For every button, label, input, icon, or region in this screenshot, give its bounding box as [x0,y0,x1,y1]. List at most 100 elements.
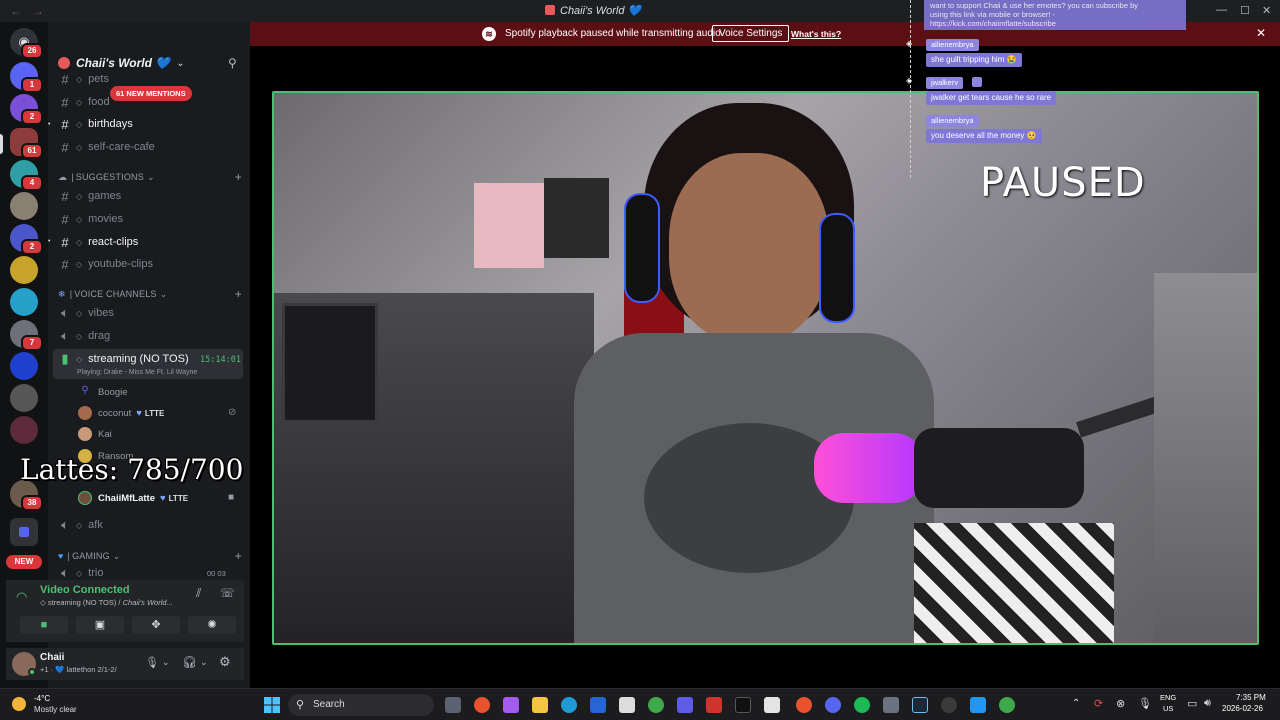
tray-monitor-icon[interactable]: ▭ [1187,697,1197,710]
notepad-icon[interactable] [970,697,986,713]
copilot-icon[interactable] [503,697,519,713]
chrome-icon[interactable] [648,697,664,713]
tray-network-off-icon[interactable]: ⊗ [1116,697,1125,710]
voice-subtitle: ◇ streaming (NO TOS) / Chaii's World... [40,598,173,607]
azure-icon[interactable] [590,697,606,713]
obs-icon[interactable] [941,697,957,713]
server-icon-5[interactable]: 2 [10,224,43,255]
discord-taskbar-icon[interactable] [825,697,841,713]
voice-user-kai[interactable]: Kai [78,425,112,443]
server-icon-6[interactable] [10,256,38,284]
close-window-icon[interactable]: ✕ [1262,4,1271,17]
discord-home-icon[interactable]: ◉ 26 [10,28,43,59]
server-icon-7[interactable] [10,288,38,316]
forward-arrow-icon[interactable]: → [32,4,44,18]
calendar-icon[interactable] [619,697,635,713]
channel-games[interactable]: # ◇ games [58,186,244,206]
invite-user-icon[interactable]: ⚲ [228,56,237,70]
disconnect-icon[interactable]: ☏ [220,586,235,600]
server-icon-3[interactable]: 4 [10,160,43,191]
edge-icon[interactable] [561,697,577,713]
channel-label: afk [88,519,103,531]
voice-channel-vibes[interactable]: 🔈︎ ◇ vibes [58,303,244,323]
chrome-icon-2[interactable] [999,697,1015,713]
channel-self-care-cafe[interactable]: # ◇ self-care-cafe [58,137,244,157]
close-notice-icon[interactable]: ✕ [1256,26,1266,40]
server-badge: 61 [21,143,43,159]
category-voice-channels[interactable]: ❄ | VOICE CHANNELS ⌄ + [58,286,244,302]
task-view-icon[interactable] [445,697,461,713]
back-arrow-icon[interactable]: ← [10,4,22,18]
server-icon-4[interactable] [10,192,38,220]
voice-channel-afk[interactable]: 🔈︎ ◇ afk [58,515,244,535]
channel-movies[interactable]: # ◇ movies [58,209,244,229]
whats-this-link[interactable]: What's this? [791,29,841,39]
channel-youtube-clips[interactable]: # ◇ youtube-clips [58,254,244,274]
new-badge[interactable]: NEW [6,555,42,569]
add-channel-icon[interactable]: + [235,287,242,301]
lang-region[interactable]: US [1163,704,1173,713]
category-gaming[interactable]: ♥ | GAMING ⌄ + [58,548,244,564]
microphone-icon[interactable]: 🎙︎ [145,656,159,669]
tray-chevron-icon[interactable]: ⌃ [1072,698,1080,709]
signal-icon[interactable]: ◠ [16,589,27,605]
server-icon-chaii[interactable]: 61 [10,128,43,159]
chevron-down-icon[interactable]: ⌄ [200,657,208,668]
weather-icon[interactable] [12,697,26,711]
home-badge: 26 [21,43,43,59]
noise-suppression-icon[interactable]: ⫽ [196,586,201,601]
brave-icon-2[interactable] [796,697,812,713]
channel-react-clips[interactable]: # ◇ react-clips [58,232,244,252]
server-icon-10[interactable] [10,384,38,412]
clock-date[interactable]: 2026-02-26 [1222,704,1263,713]
voice-user-chaiimflatte[interactable]: ChaiiMfLatte ♥ LTTE [78,489,188,507]
channel-birthdays[interactable]: # ◇ birthdays [58,114,244,134]
add-channel-icon[interactable]: + [235,170,242,184]
channel-pets[interactable]: # ◇ pets [58,72,244,86]
wall-right [1154,273,1257,643]
file-explorer-icon[interactable] [532,697,548,713]
add-channel-icon[interactable]: + [235,549,242,563]
subscribe-link[interactable]: https://kick.com/chaiimflatte/subscribe [930,19,1180,28]
voice-settings-button[interactable]: Voice Settings [712,25,790,42]
diamond-icon: ◇ [76,214,83,224]
voice-user-boogie[interactable]: ⚲ Boogie [78,383,127,401]
screen-share-button[interactable]: ▣ [76,616,124,634]
server-icon-2[interactable]: 2 [10,94,43,125]
lang-code[interactable]: ENG [1160,693,1176,702]
user-tag: LTTE [168,493,189,503]
brave-icon[interactable] [474,697,490,713]
folder-icon[interactable] [10,518,38,546]
activities-button[interactable]: ✥ [132,616,180,634]
maximize-icon[interactable]: ☐ [1240,4,1250,17]
server-icon-9[interactable] [10,352,38,380]
headphones-icon[interactable]: 🎧︎ [182,655,197,669]
server-icon-1[interactable]: 1 [10,62,43,93]
steam-icon[interactable] [912,697,928,713]
new-mentions-pill[interactable]: 61 NEW MENTIONS [110,86,192,101]
tray-mic-icon[interactable]: 🎙︎ [1138,697,1152,710]
voice-channel-drag[interactable]: 🔈︎ ◇ drag [58,326,244,346]
camera-button[interactable]: ■ [20,616,68,634]
chevron-down-icon[interactable]: ⌄ [162,657,170,668]
tray-volume-icon[interactable]: 🔊︎ [1204,697,1211,710]
calculator-icon[interactable] [883,697,899,713]
taskbar-search[interactable]: ⚲ Search [288,694,434,716]
news-icon[interactable] [764,697,780,713]
server-icon-8[interactable]: 7 [10,320,43,351]
soundboard-button[interactable]: ✺ [188,616,236,634]
windows-start-icon[interactable] [264,697,280,713]
unread-dot: • [48,121,51,128]
chat-message: she guilt tripping him 😭 [926,53,1022,67]
category-suggestions[interactable]: ☁ | SUGGESTIONS ⌄ + [58,169,244,185]
voice-user-coconut[interactable]: coconut ♥ LTTE [78,404,164,422]
app-icon-red[interactable] [706,697,722,713]
settings-gear-icon[interactable]: ⚙ [219,654,231,670]
server-icon-11[interactable] [10,416,38,444]
tray-app-icon[interactable]: ⟳ [1094,697,1103,710]
tiktok-icon[interactable] [735,697,751,713]
spotify-taskbar-icon[interactable] [854,697,870,713]
clock-time[interactable]: 7:35 PM [1236,693,1266,702]
minimize-icon[interactable]: — [1216,4,1227,16]
teams-icon[interactable] [677,697,693,713]
